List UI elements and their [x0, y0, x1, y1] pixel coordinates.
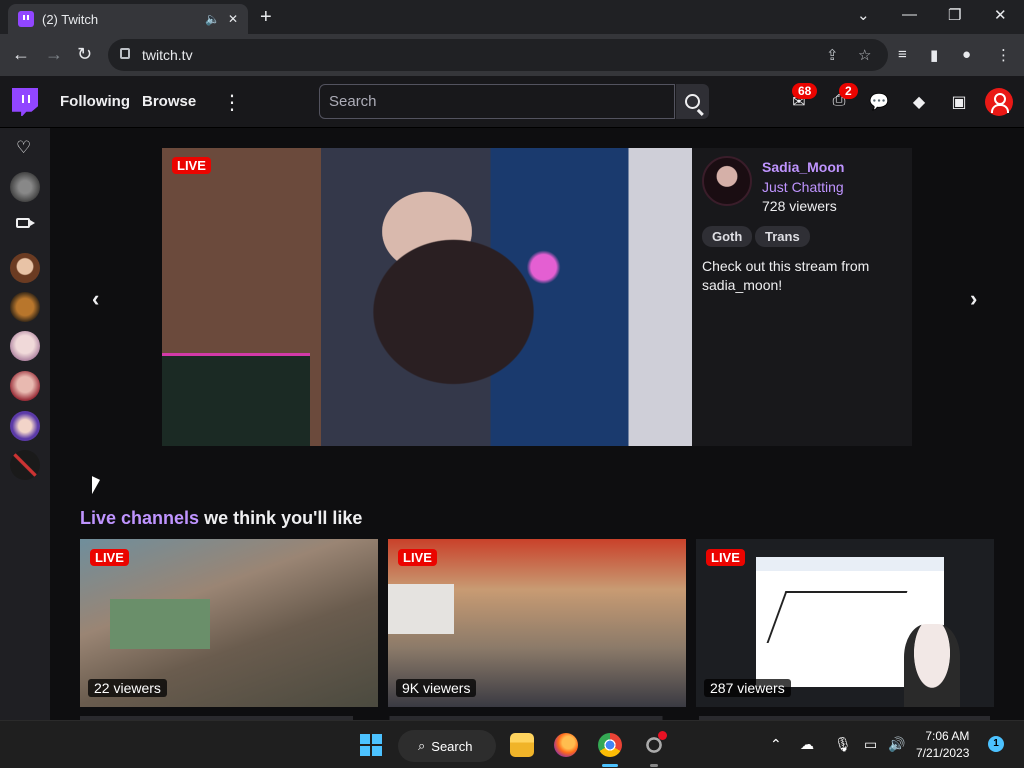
featured-stream-video[interactable]: LIVE — [162, 148, 692, 446]
taskbar-search-label: Search — [431, 738, 473, 754]
side-panel-icon[interactable]: ▮ — [930, 46, 938, 64]
media-control-icon[interactable]: ≡ — [898, 46, 907, 63]
search-input[interactable] — [319, 84, 675, 119]
tab-search-icon[interactable]: ⌄ — [857, 6, 870, 24]
url-text: twitch.tv — [142, 47, 193, 63]
prime-crown-icon[interactable]: ◆ — [909, 92, 929, 112]
lock-icon — [120, 48, 130, 59]
twitch-favicon-icon — [18, 11, 34, 27]
sidebar-channel-avatar[interactable] — [10, 172, 40, 202]
file-explorer-icon[interactable] — [510, 733, 534, 757]
featured-stream-info: Sadia_Moon Just Chatting 728 viewers Got… — [692, 148, 912, 446]
vtuber-avatar — [904, 624, 960, 707]
section-title-rest: we think you'll like — [199, 508, 363, 528]
address-bar[interactable]: twitch.tv ⇪ ☆ — [108, 39, 888, 71]
tab-title: (2) Twitch — [42, 11, 99, 27]
search-icon — [685, 94, 700, 109]
close-window-button[interactable]: ✕ — [994, 6, 1007, 24]
search-button[interactable] — [676, 84, 709, 119]
chrome-icon[interactable] — [598, 733, 622, 757]
viewer-count: 9K viewers — [396, 679, 477, 697]
category-link[interactable]: Just Chatting — [762, 179, 844, 195]
windows-taskbar: ⌕ Search ⌃ ☁ 🎙 ▭ 🔊 7:06 AM 7/21/2023 1 — [0, 720, 1024, 768]
live-badge: LIVE — [706, 549, 745, 566]
onedrive-icon[interactable]: ☁ — [800, 736, 814, 753]
live-badge: LIVE — [90, 549, 129, 566]
stream-description: Check out this stream from sadia_moon! — [702, 258, 870, 293]
whispers-icon[interactable]: 💬 — [869, 92, 889, 112]
stream-card[interactable]: LIVE 22 viewers — [80, 539, 378, 707]
tray-chevron-icon[interactable]: ⌃ — [770, 736, 782, 753]
volume-icon[interactable]: 🔊 — [888, 736, 905, 753]
taskbar-clock[interactable]: 7:06 AM 7/21/2023 — [916, 728, 969, 762]
browser-tab[interactable]: (2) Twitch 🔈 ✕ — [8, 4, 248, 34]
restore-button[interactable]: ❐ — [948, 6, 961, 24]
tag-trans[interactable]: Trans — [755, 226, 810, 247]
twitch-logo-icon[interactable] — [12, 88, 38, 116]
stream-chat-overlay — [162, 353, 310, 446]
forward-button[interactable]: → — [45, 44, 63, 65]
sidebar-channel-avatar[interactable] — [10, 253, 40, 283]
live-channels-camera-icon[interactable] — [16, 218, 35, 228]
inbox-badge: 2 — [839, 83, 858, 99]
mouse-cursor — [92, 476, 100, 498]
microphone-icon[interactable]: 🎙 — [834, 736, 852, 753]
obs-open-indicator — [650, 764, 658, 767]
windows-start-icon[interactable] — [360, 734, 382, 756]
obs-recording-dot — [658, 731, 667, 740]
viewer-count: 22 viewers — [88, 679, 167, 697]
chrome-active-indicator — [602, 764, 618, 767]
stream-card[interactable]: LIVE 287 viewers — [696, 539, 994, 707]
back-button[interactable]: ← — [12, 44, 30, 65]
stream-card[interactable]: LIVE 9K viewers — [388, 539, 686, 707]
clock-date: 7/21/2023 — [916, 746, 970, 760]
speaker-icon[interactable]: 🔈 — [205, 12, 220, 26]
chrome-menu-icon[interactable]: ⋮ — [996, 46, 1011, 64]
minimize-button[interactable]: — — [902, 6, 917, 23]
profile-icon[interactable]: ● — [962, 46, 971, 63]
firefox-icon[interactable] — [554, 733, 578, 757]
sidebar-channel-avatar[interactable] — [10, 450, 40, 480]
sidebar-channel-avatar[interactable] — [10, 331, 40, 361]
sidebar-channel-avatar[interactable] — [10, 411, 40, 441]
live-badge: LIVE — [398, 549, 437, 566]
channel-name-link[interactable]: Sadia_Moon — [762, 159, 844, 175]
section-title: Live channels we think you'll like — [80, 508, 362, 529]
channel-avatar[interactable] — [702, 156, 752, 206]
bookmark-star-icon[interactable]: ☆ — [858, 46, 871, 64]
new-tab-button[interactable]: + — [260, 6, 272, 29]
viewer-count: 728 viewers — [762, 198, 837, 214]
section-title-link[interactable]: Live channels — [80, 508, 199, 528]
notification-badge[interactable]: 1 — [988, 736, 1004, 752]
sidebar-channel-avatar[interactable] — [10, 292, 40, 322]
sidebar-channel-avatar[interactable] — [10, 371, 40, 401]
browser-toolbar: ← → ↻ twitch.tv ⇪ ☆ ≡ ▮ ● ⋮ — [0, 34, 1024, 76]
notifications-badge: 68 — [792, 83, 818, 99]
browser-tab-strip: (2) Twitch 🔈 ✕ + ⌄ — ❐ ✕ — [0, 0, 1024, 34]
viewer-count: 287 viewers — [704, 679, 791, 697]
more-options-icon[interactable]: ⋮ — [222, 90, 242, 115]
bits-icon[interactable]: ▣ — [949, 92, 969, 112]
user-avatar[interactable] — [985, 88, 1013, 116]
reload-button[interactable]: ↻ — [77, 44, 92, 65]
clock-time: 7:06 AM — [925, 729, 970, 743]
followed-channels-sidebar: ♡ — [0, 128, 50, 720]
carousel-next-button[interactable]: › — [970, 286, 977, 312]
search-icon: ⌕ — [418, 738, 426, 753]
live-badge: LIVE — [172, 157, 211, 174]
carousel-prev-button[interactable]: ‹ — [92, 286, 99, 312]
close-tab-icon[interactable]: ✕ — [228, 12, 238, 26]
network-icon[interactable]: ▭ — [864, 736, 877, 753]
nav-following[interactable]: Following — [60, 93, 130, 110]
taskbar-search-button[interactable]: ⌕ Search — [398, 730, 496, 762]
nav-browse[interactable]: Browse — [142, 93, 196, 110]
followed-heart-icon[interactable]: ♡ — [16, 138, 31, 158]
tag-goth[interactable]: Goth — [702, 226, 753, 247]
share-icon[interactable]: ⇪ — [826, 46, 839, 64]
